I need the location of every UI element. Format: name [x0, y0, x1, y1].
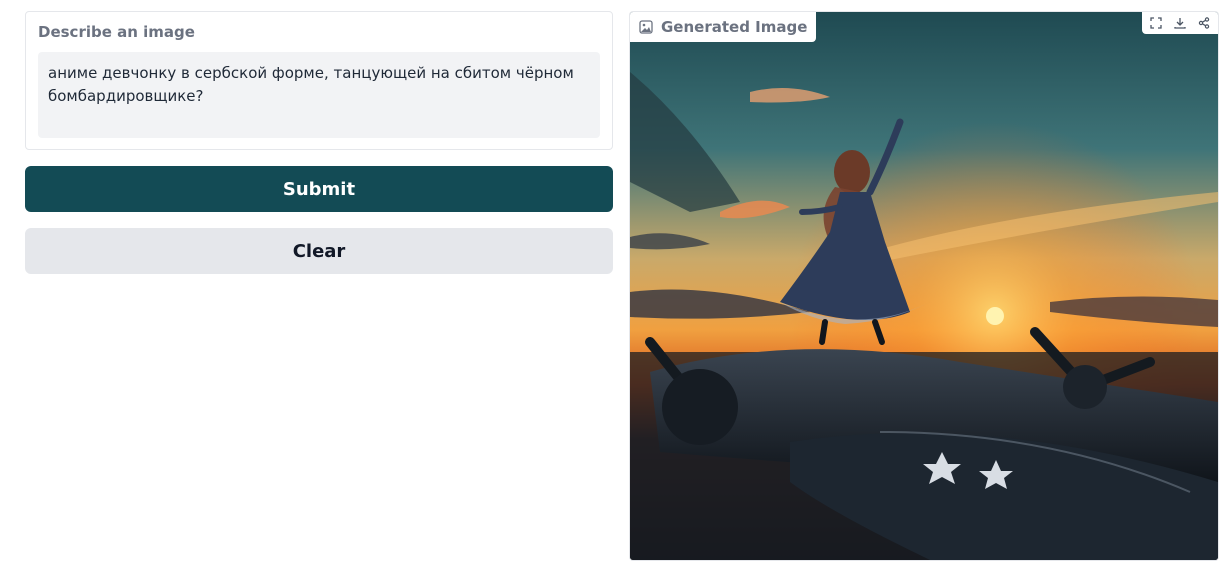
prompt-block: Describe an image аниме девчонку в сербс… [25, 11, 613, 150]
generated-image [630, 12, 1218, 560]
image-label: Generated Image [630, 12, 817, 42]
image-label-text: Generated Image [661, 18, 808, 36]
fullscreen-icon[interactable] [1146, 13, 1166, 33]
submit-button[interactable]: Submit [25, 166, 613, 212]
prompt-input[interactable]: аниме девчонку в сербской форме, танцующ… [38, 52, 600, 138]
download-icon[interactable] [1170, 13, 1190, 33]
output-panel: Generated Image [629, 11, 1219, 561]
share-icon[interactable] [1194, 13, 1214, 33]
image-toolbar [1142, 12, 1218, 34]
clear-button[interactable]: Clear [25, 228, 613, 274]
prompt-label: Describe an image [38, 23, 195, 41]
image-icon [639, 20, 653, 34]
